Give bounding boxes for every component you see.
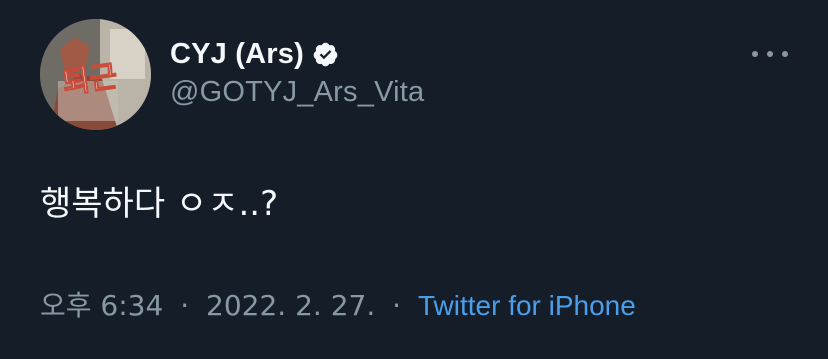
tweet-metadata: 오후 6:34 · 2022. 2. 27. · Twitter for iPh… — [40, 284, 636, 324]
tweet-date[interactable]: 2022. 2. 27. — [206, 289, 375, 322]
more-dot — [752, 51, 758, 57]
separator-dot: · — [180, 289, 190, 322]
tweet-text: 행복하다 ㅇㅈ..? — [40, 184, 279, 224]
display-name[interactable]: CYJ (Ars) — [170, 38, 304, 71]
avatar[interactable]: 퇴근 — [40, 19, 151, 130]
separator-dot: · — [392, 289, 402, 322]
more-dot — [782, 51, 788, 57]
verified-badge-icon — [312, 41, 339, 68]
tweet-source-link[interactable]: Twitter for iPhone — [418, 290, 636, 321]
author-name-row[interactable]: CYJ (Ars) — [170, 34, 339, 74]
more-options-icon[interactable] — [752, 42, 788, 66]
tweet-time[interactable]: 오후 6:34 — [40, 289, 163, 322]
more-dot — [767, 51, 773, 57]
tweet-card: 퇴근 CYJ (Ars) @GOTYJ_Ars_Vita 행복하다 ㅇㅈ..? … — [0, 0, 828, 359]
avatar-image: 퇴근 — [40, 19, 151, 130]
author-handle[interactable]: @GOTYJ_Ars_Vita — [170, 76, 424, 109]
